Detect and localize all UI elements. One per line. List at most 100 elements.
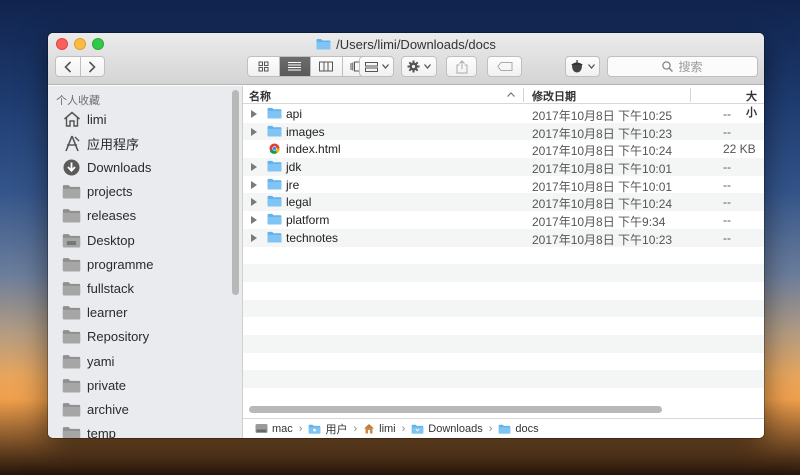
disclosure-triangle[interactable] [251, 127, 257, 136]
forward-button[interactable] [79, 57, 105, 76]
tag-icon [496, 62, 512, 71]
sidebar-item-label: projects [87, 184, 133, 200]
sidebar-item-fullstack[interactable]: fullstack [62, 277, 232, 299]
file-modified-date: 2017年10月8日 下午10:23 [532, 232, 673, 247]
search-icon [662, 61, 674, 72]
file-row[interactable]: jdk 2017年10月8日 下午10:01 -- [243, 158, 764, 176]
path-segment-limi[interactable]: limi [363, 423, 396, 435]
path-separator-icon: › [298, 422, 303, 435]
folder-icon [499, 424, 511, 434]
disclosure-triangle[interactable] [251, 163, 257, 172]
disclosure-triangle[interactable] [251, 233, 257, 242]
app-extension-button[interactable] [565, 56, 600, 77]
disclosure-triangle[interactable] [251, 180, 257, 189]
file-row[interactable]: platform 2017年10月8日 下午9:34 -- [243, 211, 764, 229]
column-name-header[interactable]: 名称 [249, 88, 271, 104]
column-view-button[interactable] [310, 57, 342, 76]
users-folder-icon [309, 424, 321, 434]
column-view-icon [319, 61, 334, 72]
folder-icon [62, 354, 81, 368]
disclosure-triangle[interactable] [251, 110, 257, 118]
sidebar-item-projects[interactable]: projects [62, 181, 232, 203]
sort-chevron-icon [507, 92, 515, 97]
sidebar-item-icon [62, 377, 81, 394]
search-field[interactable]: 搜索 [607, 56, 758, 77]
chevron-down-icon [381, 64, 389, 69]
search-placeholder: 搜索 [678, 60, 703, 74]
finder-window: /Users/limi/Downloads/docs 搜索 个人收藏 limi … [48, 33, 764, 438]
sidebar-item-label: Repository [87, 329, 150, 345]
file-name: jre [286, 177, 300, 192]
icon-view-button[interactable] [248, 57, 279, 76]
file-modified-date: 2017年10月8日 下午10:24 [532, 197, 673, 212]
sidebar-item-desktop[interactable]: Desktop [62, 229, 232, 251]
folder-icon [62, 330, 81, 344]
file-size: -- [723, 160, 731, 175]
desktop-folder-icon [62, 233, 81, 247]
disk-icon [255, 424, 268, 433]
download-folder-icon [412, 424, 424, 434]
view-switcher [247, 56, 374, 77]
arrange-button[interactable] [359, 56, 394, 77]
path-segment-mac[interactable]: mac [255, 423, 293, 435]
back-button[interactable] [56, 57, 80, 76]
sidebar-item-downloads[interactable]: Downloads [62, 156, 232, 178]
sidebar-item-repository[interactable]: Repository [62, 326, 232, 348]
horizontal-scrollbar[interactable] [249, 406, 662, 413]
sidebar-item-label: archive [87, 401, 129, 417]
disclosure-triangle[interactable] [251, 216, 257, 225]
sidebar-item-programme[interactable]: programme [62, 253, 232, 275]
folder-icon [62, 306, 81, 320]
folder-icon [267, 107, 282, 119]
file-row[interactable]: index.html 2017年10月8日 下午10:24 22 KB [243, 140, 764, 158]
file-row[interactable]: jre 2017年10月8日 下午10:01 -- [243, 176, 764, 194]
home-icon [63, 111, 80, 127]
empty-row [243, 370, 764, 388]
share-button[interactable] [446, 56, 477, 77]
column-divider[interactable] [690, 88, 691, 102]
path-segment-label: mac [272, 422, 293, 435]
file-name: technotes [286, 230, 339, 245]
disclosure-triangle[interactable] [251, 198, 257, 207]
path-bar: mac › 用户 › limi › Downloads › docs [243, 418, 764, 438]
column-modified-header[interactable]: 修改日期 [532, 88, 576, 104]
sidebar-item-label: limi [87, 111, 107, 127]
sidebar-item-releases[interactable]: releases [62, 205, 232, 227]
sidebar-item-应用程序[interactable]: 应用程序 [62, 132, 232, 154]
sidebar-item-temp[interactable]: temp [62, 423, 232, 438]
sidebar-scrollbar[interactable] [232, 90, 239, 295]
file-list-pane: 名称 修改日期 大小 api 2017年10月8日 下午10:25 -- images… [243, 86, 764, 438]
sidebar-item-yami[interactable]: yami [62, 350, 232, 372]
applications-icon [64, 135, 79, 151]
acorn-icon [571, 60, 583, 73]
empty-row [243, 247, 764, 265]
column-divider[interactable] [523, 88, 524, 102]
tag-button[interactable] [487, 56, 522, 77]
sidebar-item-icon [62, 232, 81, 249]
sidebar-item-icon [62, 353, 81, 370]
sidebar-item-archive[interactable]: archive [62, 398, 232, 420]
sidebar-item-private[interactable]: private [62, 374, 232, 396]
file-row[interactable]: legal 2017年10月8日 下午10:24 -- [243, 193, 764, 211]
file-modified-date: 2017年10月8日 下午10:24 [532, 144, 673, 159]
sidebar-item-limi[interactable]: limi [62, 108, 232, 130]
file-modified-date: 2017年10月8日 下午10:01 [532, 179, 673, 194]
path-segment-docs[interactable]: docs [498, 423, 539, 435]
chrome-html-icon [269, 143, 280, 155]
folder-icon [316, 39, 331, 50]
file-name: platform [286, 213, 330, 228]
file-size: -- [723, 177, 731, 192]
sidebar-item-label: temp [87, 426, 116, 438]
path-segment-downloads[interactable]: Downloads [411, 423, 483, 435]
path-segment-label: limi [379, 422, 396, 435]
file-row[interactable]: api 2017年10月8日 下午10:25 -- [243, 105, 764, 123]
file-row[interactable]: images 2017年10月8日 下午10:23 -- [243, 122, 764, 141]
file-row[interactable]: technotes 2017年10月8日 下午10:23 -- [243, 228, 764, 247]
sidebar-item-label: Downloads [87, 159, 152, 175]
sidebar-item-label: releases [87, 208, 137, 224]
path-segment-用户[interactable]: 用户 [308, 421, 347, 437]
action-button[interactable] [401, 56, 437, 77]
list-view-button[interactable] [278, 57, 310, 76]
path-separator-icon: › [488, 422, 493, 435]
sidebar-item-learner[interactable]: learner [62, 302, 232, 324]
